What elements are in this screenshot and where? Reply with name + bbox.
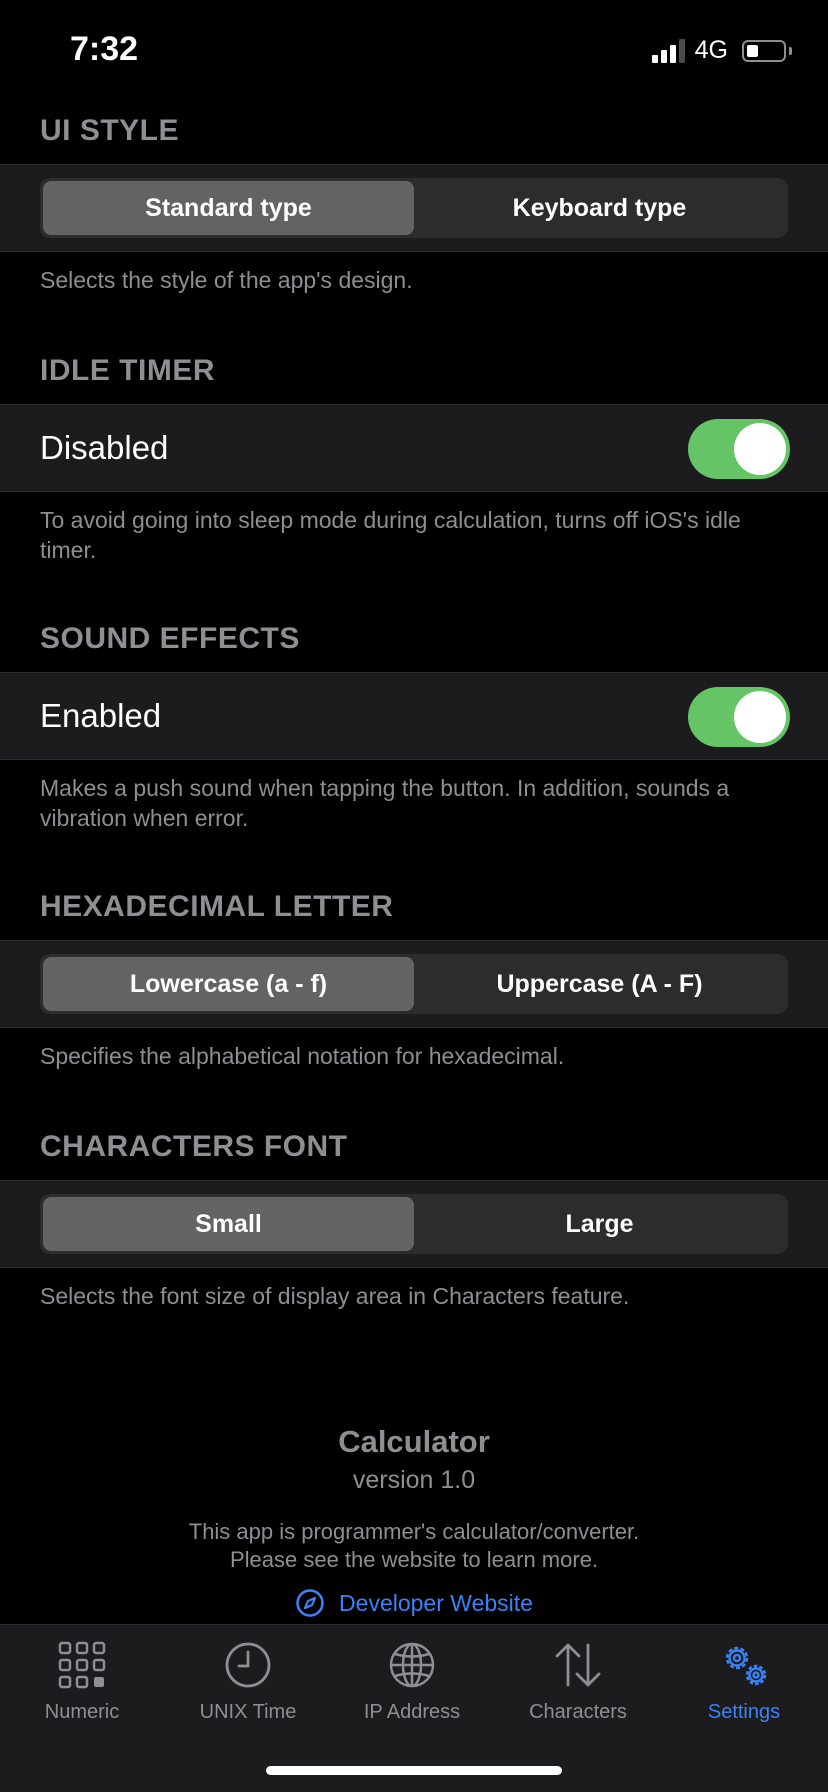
ui-style-footer: Selects the style of the app's design. <box>40 267 413 293</box>
status-bar: 7:32 4G <box>0 0 828 100</box>
characters-font-footer: Selects the font size of display area in… <box>40 1283 630 1309</box>
segment-keyboard-type[interactable]: Keyboard type <box>414 181 785 235</box>
tab-settings-label: Settings <box>707 1701 781 1723</box>
hex-letter-footer: Specifies the alphabetical notation for … <box>40 1043 565 1069</box>
idle-timer-footer: To avoid going into sleep mode during ca… <box>40 507 741 563</box>
tab-ip-address-label: IP Address <box>363 1701 461 1723</box>
compass-icon <box>296 1589 324 1617</box>
characters-font-row: Small Large <box>0 1180 828 1268</box>
signal-icon <box>651 38 685 63</box>
characters-font-segmented-control: Small Large <box>40 1194 788 1254</box>
battery-icon <box>742 39 786 62</box>
globe-icon <box>389 1642 435 1688</box>
tab-numeric-label: Numeric <box>44 1701 120 1723</box>
clock-icon <box>225 1642 271 1688</box>
segment-lowercase[interactable]: Lowercase (a - f) <box>43 957 414 1011</box>
sound-effects-label: Enabled <box>40 697 162 734</box>
developer-website-link[interactable]: Developer Website <box>0 1588 828 1618</box>
segment-small[interactable]: Small <box>43 1197 414 1251</box>
app-version: version 1.0 <box>352 1466 476 1494</box>
segment-standard-type[interactable]: Standard type <box>43 181 414 235</box>
tab-numeric[interactable]: Numeric <box>12 1639 152 1724</box>
segment-large[interactable]: Large <box>414 1197 785 1251</box>
ui-style-segmented-control: Standard type Keyboard type <box>40 178 788 238</box>
status-time: 7:32 <box>70 30 139 68</box>
home-indicator <box>266 1766 562 1775</box>
network-type: 4G <box>694 36 728 64</box>
grid-icon <box>58 1641 106 1689</box>
tab-settings[interactable]: Settings <box>674 1639 814 1724</box>
app-description-line1: This app is programmer's calculator/conv… <box>188 1519 640 1544</box>
app-description-line2: Please see the website to learn more. <box>229 1547 599 1572</box>
tab-ip-address[interactable]: IP Address <box>342 1639 482 1724</box>
status-indicators: 4G <box>651 36 792 65</box>
tab-unix-time[interactable]: UNIX Time <box>178 1639 318 1724</box>
sound-effects-row: Enabled <box>0 672 828 760</box>
idle-timer-row: Disabled <box>0 404 828 492</box>
tab-unix-time-label: UNIX Time <box>199 1701 297 1723</box>
gears-icon <box>725 1646 767 1686</box>
developer-website-label: Developer Website <box>339 1589 533 1616</box>
idle-timer-label: Disabled <box>40 429 169 466</box>
section-header-hex-letter: HEXADECIMAL LETTER <box>40 890 394 923</box>
app-title: Calculator <box>338 1424 490 1459</box>
section-header-ui-style: UI STYLE <box>40 114 180 147</box>
app-description: This app is programmer's calculator/conv… <box>0 1518 828 1574</box>
section-header-characters-font: CHARACTERS FONT <box>40 1130 348 1163</box>
tab-characters[interactable]: Characters <box>508 1639 648 1724</box>
segment-uppercase[interactable]: Uppercase (A - F) <box>414 957 785 1011</box>
sound-effects-toggle[interactable] <box>688 687 790 747</box>
idle-timer-toggle[interactable] <box>688 419 790 479</box>
sound-effects-footer: Makes a push sound when tapping the butt… <box>40 775 730 831</box>
tab-characters-label: Characters <box>529 1701 627 1723</box>
arrows-updown-icon <box>555 1643 601 1687</box>
section-header-idle-timer: IDLE TIMER <box>40 354 215 387</box>
hex-letter-row: Lowercase (a - f) Uppercase (A - F) <box>0 940 828 1028</box>
hex-letter-segmented-control: Lowercase (a - f) Uppercase (A - F) <box>40 954 788 1014</box>
section-header-sound-effects: SOUND EFFECTS <box>40 622 300 655</box>
ui-style-row: Standard type Keyboard type <box>0 164 828 252</box>
